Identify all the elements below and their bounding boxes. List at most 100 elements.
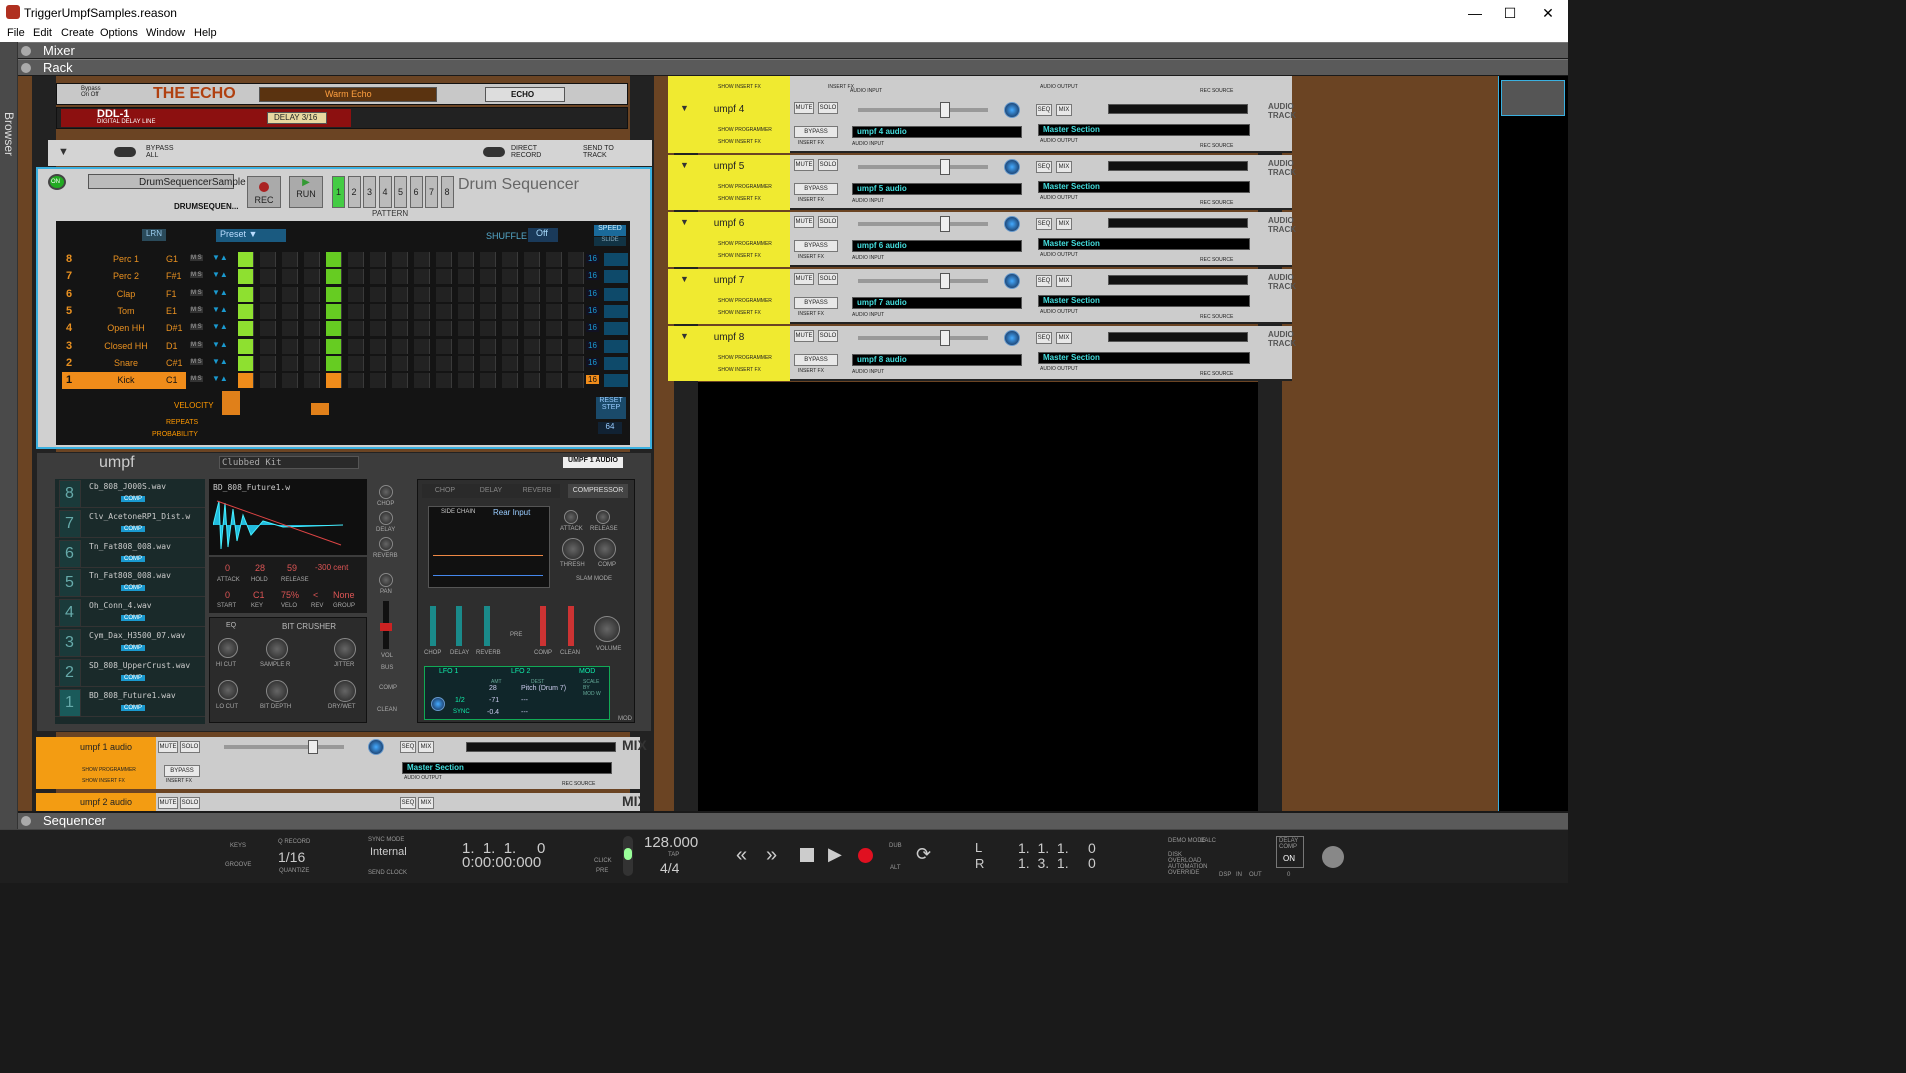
channel-name[interactable]: umpf 1 audio [80,742,132,752]
pad-sample-name[interactable]: Clv_AcetoneRP1_Dist.w [89,512,190,521]
step-button[interactable] [436,303,452,319]
step-button[interactable] [458,355,474,371]
tap-tempo-button[interactable]: TAP [668,852,679,858]
step-button[interactable] [568,373,584,389]
drum-row[interactable]: 7 Perc 2 F#1 M S ▼▲ 16 [56,268,630,285]
bypass-button[interactable]: BYPASS [794,183,838,195]
drum-row-name[interactable]: Kick [96,375,156,385]
step-button[interactable] [348,252,364,267]
click-toggle[interactable]: CLICK [594,858,612,864]
step-button[interactable] [458,373,474,389]
solo-button[interactable]: SOLO [180,741,200,753]
step-button[interactable] [568,355,584,371]
mix-button[interactable]: MIX [1056,332,1072,344]
rec-source-toggle[interactable]: REC SOURCE [1200,371,1233,377]
pad-comp-toggle[interactable]: COMP [121,555,145,562]
groove-button[interactable]: GROOVE [225,862,251,868]
step-button[interactable] [524,373,540,389]
audio-input-dropdown[interactable]: umpf 4 audio [857,127,907,136]
velocity-bar[interactable] [311,403,329,415]
step-button[interactable] [282,269,298,285]
step-button[interactable] [370,303,386,319]
preset-dropdown[interactable]: Preset ▼ [216,229,286,242]
audio-input-dropdown[interactable]: umpf 7 audio [857,298,907,307]
step-button[interactable] [304,252,320,267]
step-button[interactable] [392,269,408,285]
step-button[interactable] [436,338,452,354]
mute-button[interactable]: MUTE [158,741,178,753]
show-insert-fx-button[interactable]: SHOW INSERT FX [718,196,761,202]
show-insert-fx-button[interactable]: SHOW INSERT FX [718,367,761,373]
step-button[interactable] [568,321,584,337]
lfo-dest-2[interactable]: --- [521,697,528,704]
chop-knob[interactable] [379,485,393,499]
drum-row-note[interactable]: C#1 [166,358,183,368]
row-length[interactable]: 16 [586,375,599,385]
step-button[interactable] [304,321,320,337]
comp-knob[interactable] [594,538,616,560]
step-button[interactable] [458,269,474,285]
stop-icon[interactable] [800,848,814,862]
step-button[interactable] [436,269,452,285]
row-edit-arrows-icon[interactable]: ▼▲ [212,374,228,383]
reset-step-button[interactable]: RESET STEP [596,397,626,419]
step-button[interactable] [304,355,320,371]
drum-pad[interactable]: 5 Tn_Fat808_008.wav COMP [55,568,205,598]
step-button[interactable] [502,303,518,319]
browser-tab[interactable]: Browser [0,42,18,832]
step-button[interactable] [348,373,364,389]
step-button[interactable] [568,286,584,302]
step-button[interactable] [480,303,496,319]
step-button[interactable] [304,373,320,389]
row-length[interactable]: 16 [586,271,599,281]
show-insert-fx-button[interactable]: SHOW INSERT FX [718,139,761,145]
step-button[interactable] [326,373,342,389]
step-button[interactable] [568,252,584,267]
close-button[interactable]: ✕ [1528,2,1568,24]
step-button[interactable] [238,373,254,389]
step-button[interactable] [524,252,540,267]
mix-button[interactable]: MIX [418,797,434,809]
show-insert-fx-button[interactable]: SHOW INSERT FX [82,778,125,784]
mixer-strip[interactable]: Mixer [18,42,1568,58]
master-volume-knob[interactable] [594,616,620,642]
step-button[interactable] [282,252,298,267]
record-icon[interactable] [858,848,873,863]
rec-source-toggle[interactable]: REC SOURCE [1200,143,1233,149]
loop-icon[interactable]: ⟳ [916,844,931,865]
pad-sample-name[interactable]: BD_808_Future1.wav [89,691,176,700]
fast-forward-icon[interactable]: » [766,844,777,867]
step-button[interactable] [392,303,408,319]
attack-knob[interactable] [564,510,578,524]
step-button[interactable] [370,269,386,285]
keys-button[interactable]: KEYS [230,843,246,849]
pan-knob[interactable] [1004,216,1020,232]
step-button[interactable] [238,321,254,337]
step-button[interactable] [436,373,452,389]
mute-button[interactable]: MUTE [794,216,814,228]
reverb-fader[interactable] [484,606,490,646]
sidechain-dropdown[interactable]: SIDE CHAIN [441,509,475,515]
step-button[interactable] [238,355,254,371]
quantize-button[interactable]: QUANTIZE [279,868,309,874]
hicut-knob[interactable] [218,638,238,658]
seq-button[interactable]: SEQ [400,741,416,753]
solo-button[interactable]: SOLO [818,102,838,114]
seq-button[interactable]: SEQ [1036,275,1052,287]
pattern-button-2[interactable]: 2 [347,176,361,208]
lfo-sync-button[interactable]: SYNC [453,709,470,715]
seq-button[interactable]: SEQ [1036,161,1052,173]
solo-button[interactable]: SOLO [818,159,838,171]
chop-fader[interactable] [430,606,436,646]
step-button[interactable] [546,373,562,389]
locut-knob[interactable] [218,680,238,700]
step-button[interactable] [480,373,496,389]
sequencer-toggle-icon[interactable] [21,816,31,826]
menu-help[interactable]: Help [194,27,217,39]
row-edit-arrows-icon[interactable]: ▼▲ [212,357,228,366]
step-button[interactable] [348,355,364,371]
step-button[interactable] [370,321,386,337]
step-button[interactable] [414,355,430,371]
drum-pad[interactable]: 7 Clv_AcetoneRP1_Dist.w COMP [55,509,205,538]
mute-solo-buttons[interactable]: M S [190,272,203,279]
